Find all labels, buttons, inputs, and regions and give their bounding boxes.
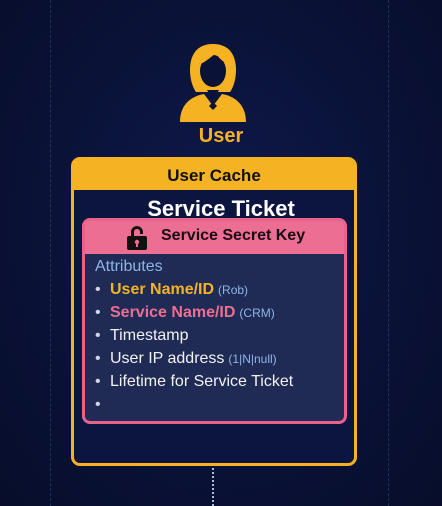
background-dotted-line-left	[50, 0, 51, 506]
attribute-service-name: • Service Name/ID (CRM)	[95, 304, 293, 327]
user-label: User	[198, 125, 244, 147]
service-secret-key-label: Service Secret Key	[161, 227, 306, 244]
bullet: •	[95, 281, 101, 298]
attribute-timestamp: • Timestamp	[95, 327, 293, 350]
user-cache-header: User Cache	[74, 160, 354, 190]
bullet: •	[95, 327, 101, 344]
bullet: •	[95, 396, 101, 413]
attributes-list: • User Name/ID (Rob) • Service Name/ID (CRM)…	[95, 281, 293, 419]
service-secret-key-header: Service Secret Key	[85, 221, 344, 254]
lock-icon	[127, 226, 147, 250]
attribute-note: (Rob)	[218, 283, 249, 297]
attribute-empty: •	[95, 396, 293, 419]
connector-dotted-line	[212, 468, 214, 506]
attribute-text: Service Name/ID	[110, 304, 236, 321]
attribute-text: User Name/ID	[110, 281, 215, 298]
attribute-text: User IP address	[110, 350, 225, 367]
attribute-text: Timestamp	[110, 327, 189, 344]
attribute-user-name: • User Name/ID (Rob)	[95, 281, 293, 304]
bullet: •	[95, 373, 101, 390]
bullet: •	[95, 350, 101, 367]
attribute-user-ip: • User IP address (1|N|null)	[95, 350, 293, 373]
attribute-note: (CRM)	[239, 306, 275, 320]
background-dotted-line-right	[388, 0, 389, 506]
attribute-text: Lifetime for Service Ticket	[110, 373, 294, 390]
attribute-note: (1|N|null)	[228, 352, 277, 366]
attribute-lifetime: • Lifetime for Service Ticket	[95, 373, 293, 396]
user-female-icon	[180, 44, 246, 122]
attributes-title: Attributes	[95, 258, 163, 275]
bullet: •	[95, 304, 101, 321]
